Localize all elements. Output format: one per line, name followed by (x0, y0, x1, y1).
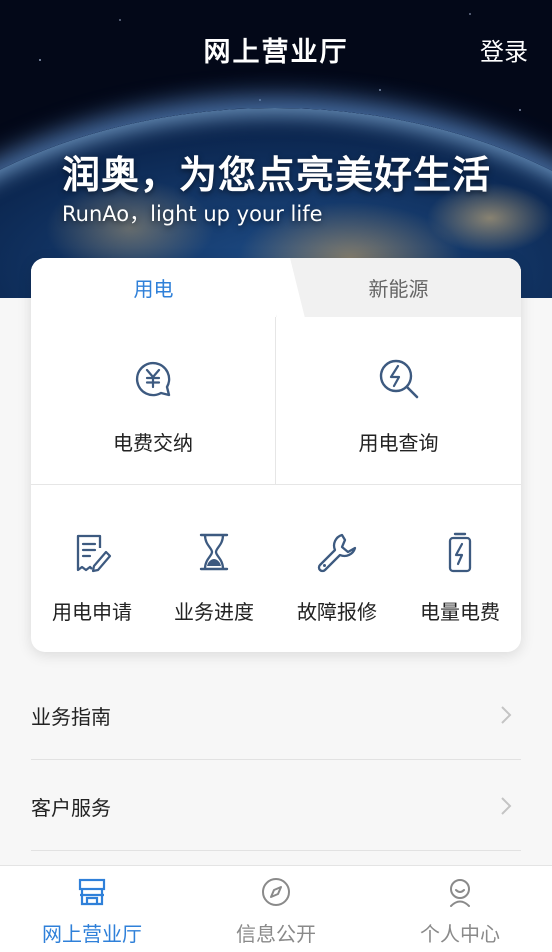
list-item-business-guide[interactable]: 业务指南 (31, 670, 521, 760)
user-icon (444, 876, 476, 908)
hourglass-icon (192, 530, 236, 574)
service-usage-query[interactable]: 用电查询 (276, 317, 521, 485)
tab-label: 信息公开 (236, 922, 316, 946)
hero-slogan-en: RunAo，light up your life (62, 202, 323, 226)
service-card: 新能源 用电 电费交纳 用电查询 用电申请 业务进度 故障报修 电量电费 (31, 258, 521, 652)
store-icon (76, 876, 108, 908)
service-label: 业务进度 (174, 600, 254, 624)
tab-info-disclosure[interactable]: 信息公开 (184, 866, 368, 952)
login-button[interactable]: 登录 (480, 32, 528, 67)
list-item-label: 客户服务 (31, 796, 111, 820)
service-fault-repair[interactable]: 故障报修 (276, 486, 398, 652)
service-label: 故障报修 (297, 600, 377, 624)
tab-label: 网上营业厅 (42, 922, 142, 946)
chevron-right-icon (499, 704, 513, 726)
primary-services: 电费交纳 用电查询 (31, 317, 521, 485)
compass-icon (260, 876, 292, 908)
service-progress[interactable]: 业务进度 (153, 486, 275, 652)
category-tabs: 新能源 用电 (31, 258, 521, 317)
wrench-icon (315, 530, 359, 574)
hero-banner: 网上营业厅 登录 润奥，为您点亮美好生活 RunAo，light up your… (0, 0, 552, 298)
tab-new-energy[interactable]: 新能源 (276, 258, 521, 317)
bottom-tab-bar: 网上营业厅 信息公开 个人中心 (0, 865, 552, 952)
tab-label: 个人中心 (420, 922, 500, 946)
service-label: 用电查询 (358, 431, 439, 455)
secondary-services: 用电申请 业务进度 故障报修 电量电费 (31, 486, 521, 652)
tab-online-hall[interactable]: 网上营业厅 (0, 866, 184, 952)
service-label: 用电申请 (52, 600, 132, 624)
page-title: 网上营业厅 (203, 37, 349, 68)
hero-slogan: 润奥，为您点亮美好生活 (62, 153, 492, 197)
service-label: 电量电费 (420, 600, 500, 624)
service-label: 电费交纳 (113, 431, 193, 455)
tab-personal-center[interactable]: 个人中心 (368, 866, 552, 952)
list-item-customer-service[interactable]: 客户服务 (31, 761, 521, 851)
chevron-right-icon (499, 795, 513, 817)
service-power-charges[interactable]: 电量电费 (399, 486, 521, 652)
service-application[interactable]: 用电申请 (31, 486, 153, 652)
battery-icon (438, 530, 482, 574)
yuan-coin-icon (131, 357, 175, 401)
service-bill-payment[interactable]: 电费交纳 (31, 317, 276, 485)
power-search-icon (377, 357, 421, 401)
list-item-label: 业务指南 (31, 705, 111, 729)
tab-label: 新能源 (368, 277, 429, 301)
form-edit-icon (70, 530, 114, 574)
tab-electricity[interactable]: 用电 (31, 258, 276, 317)
